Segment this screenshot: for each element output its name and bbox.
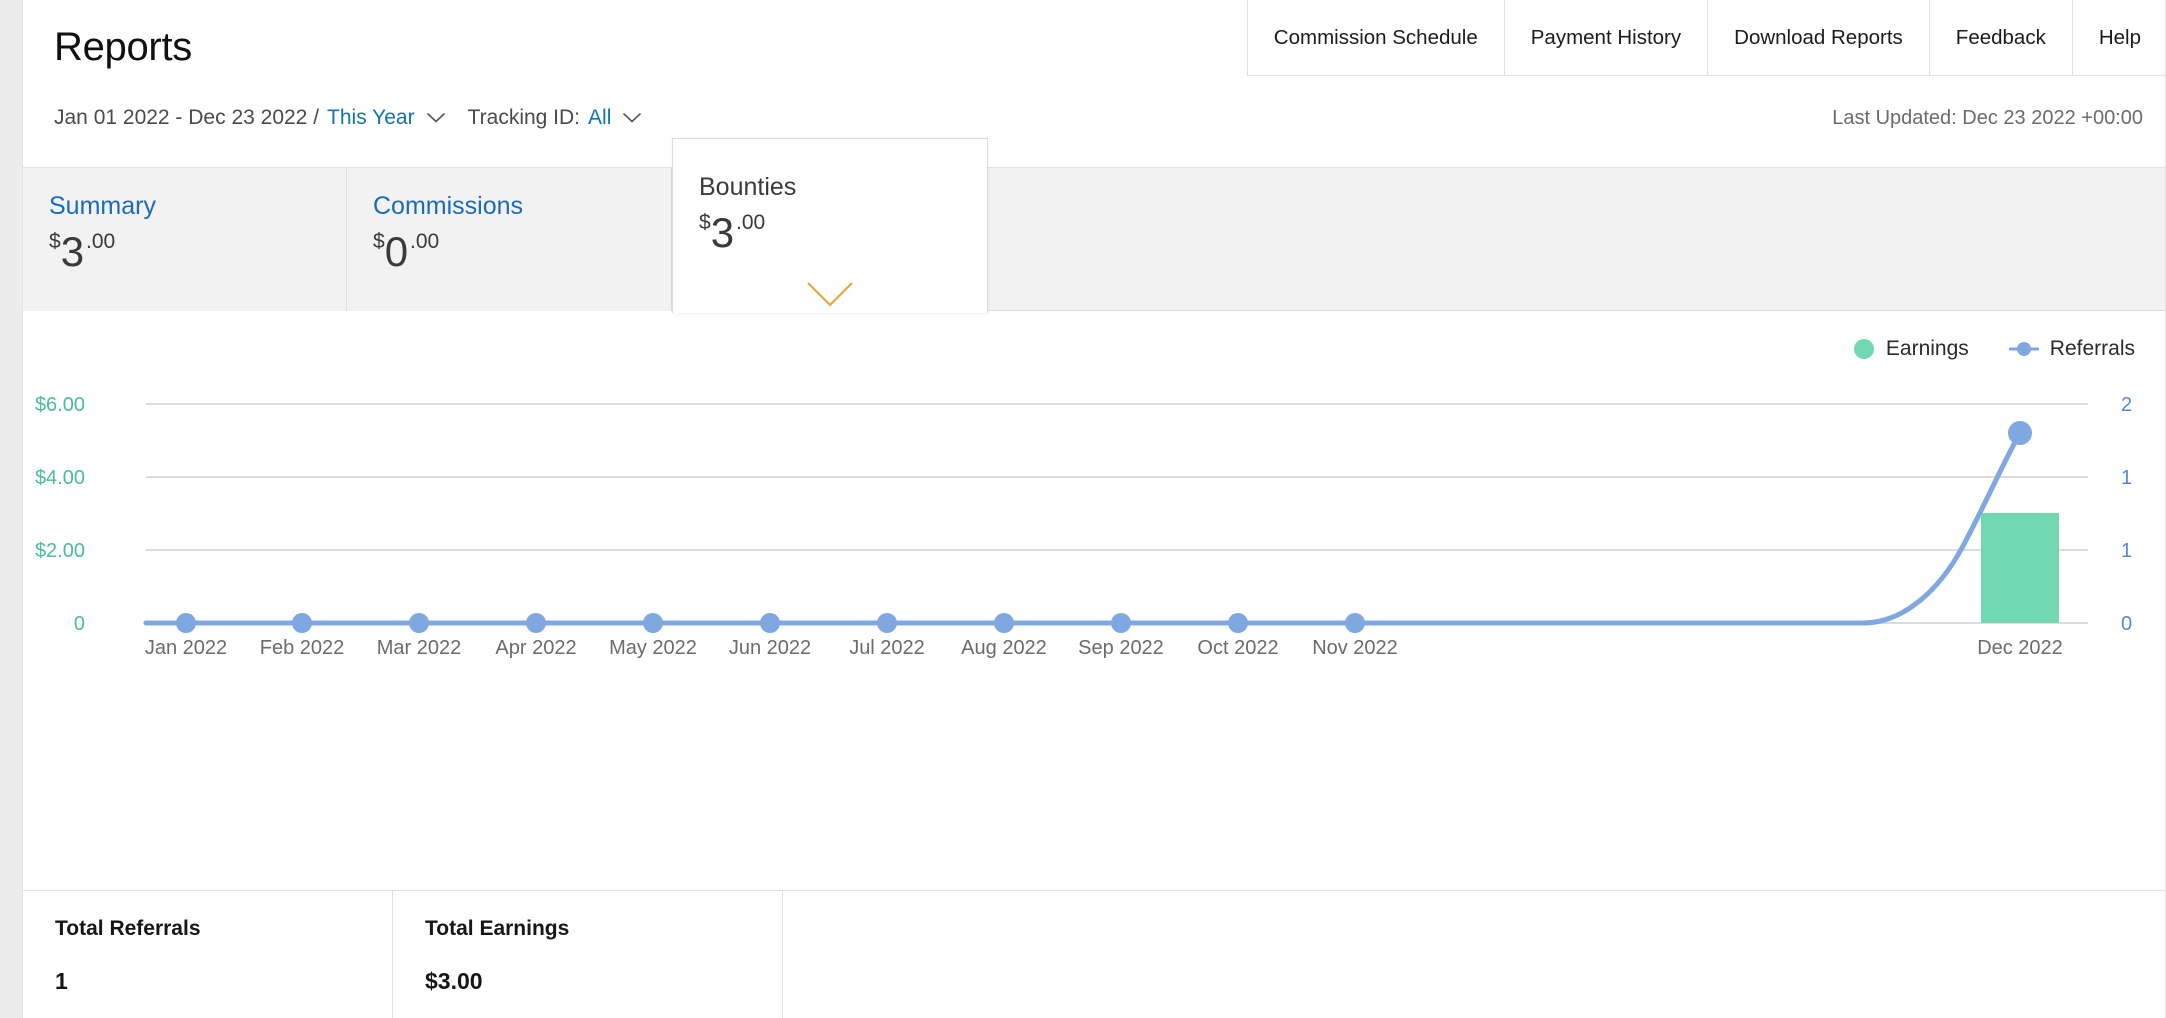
x-axis-ticks: Jan 2022 Feb 2022 Mar 2022 Apr 2022 May … [145, 637, 2063, 659]
summary-cards-strip: Summary $3.00 Commissions $0.00 Bounties… [23, 138, 2165, 313]
bar-dec-2022 [1981, 513, 2059, 623]
point-jan-2022 [176, 613, 196, 633]
amount-integer: 3 [710, 209, 735, 256]
selected-card-pointer-icon [806, 282, 854, 308]
total-referrals-label: Total Referrals [55, 917, 201, 940]
total-cell-referrals: Total Referrals 1 [23, 891, 393, 1018]
date-range-text: Jan 01 2022 - Dec 23 2022 / [54, 106, 320, 129]
earnings-bars [1981, 513, 2059, 623]
currency-symbol: $ [49, 230, 61, 253]
total-earnings-label: Total Earnings [425, 917, 570, 940]
card-amount-bounties: $3.00 [699, 212, 987, 254]
left-tick-1: $4.00 [35, 467, 85, 489]
filter-row: Jan 01 2022 - Dec 23 2022 / This Year Tr… [23, 106, 2165, 156]
point-aug-2022 [994, 613, 1014, 633]
right-tick-2: 1 [2121, 540, 2132, 562]
referrals-line [143, 421, 2032, 633]
total-cell-empty [783, 891, 2166, 1018]
card-title-bounties: Bounties [699, 173, 797, 201]
x-tick-3: Apr 2022 [495, 637, 576, 659]
filter-controls: Jan 01 2022 - Dec 23 2022 / This Year Tr… [54, 106, 664, 130]
point-oct-2022 [1228, 613, 1248, 633]
currency-symbol: $ [699, 211, 711, 234]
point-apr-2022 [526, 613, 546, 633]
chevron-down-icon[interactable] [426, 112, 446, 124]
point-jul-2022 [877, 613, 897, 633]
x-tick-1: Feb 2022 [260, 637, 345, 659]
x-tick-6: Jul 2022 [849, 637, 925, 659]
point-may-2022 [643, 613, 663, 633]
chevron-down-icon[interactable] [622, 112, 642, 124]
card-title-summary: Summary [49, 192, 156, 220]
amount-decimals: .00 [736, 211, 766, 234]
x-tick-4: May 2022 [609, 637, 697, 659]
card-tab-summary[interactable]: Summary $3.00 [23, 168, 347, 312]
last-updated-text: Last Updated: Dec 23 2022 +00:00 [1832, 107, 2143, 129]
x-tick-8: Sep 2022 [1078, 637, 1164, 659]
totals-strip: Total Referrals 1 Total Earnings $3.00 [23, 890, 2166, 1018]
right-axis-ticks: 2 1 1 0 [2121, 394, 2132, 635]
right-tick-1: 1 [2121, 467, 2132, 489]
point-feb-2022 [292, 613, 312, 633]
x-tick-11: Dec 2022 [1977, 637, 2063, 659]
nav-link-download-reports[interactable]: Download Reports [1707, 0, 1929, 75]
left-axis-ticks: $6.00 $4.00 $2.00 0 [35, 394, 85, 635]
top-nav-links: Commission Schedule Payment History Down… [1246, 0, 2165, 76]
tracking-id-label: Tracking ID: [467, 106, 581, 129]
x-tick-10: Nov 2022 [1312, 637, 1398, 659]
nav-link-payment-history[interactable]: Payment History [1503, 0, 1708, 75]
x-tick-7: Aug 2022 [961, 637, 1047, 659]
total-earnings-value: $3.00 [425, 968, 483, 994]
total-cell-earnings: Total Earnings $3.00 [393, 891, 783, 1018]
amount-integer: 3 [60, 228, 85, 275]
total-referrals-value: 1 [55, 968, 68, 994]
amount-integer: 0 [384, 228, 409, 275]
nav-link-help[interactable]: Help [2071, 0, 2165, 75]
currency-symbol: $ [373, 230, 385, 253]
period-selector[interactable]: This Year [327, 106, 415, 130]
point-sep-2022 [1111, 613, 1131, 633]
left-tick-0: $6.00 [35, 394, 85, 416]
x-tick-0: Jan 2022 [145, 637, 227, 659]
point-mar-2022 [409, 613, 429, 633]
reports-page: Reports Commission Schedule Payment Hist… [0, 0, 2166, 1018]
right-tick-3: 0 [2121, 613, 2132, 635]
chart-area: Earnings Referrals $6.00 $4.00 $2.00 0 2… [23, 311, 2165, 666]
left-tick-3: 0 [74, 613, 85, 635]
card-amount-commissions: $0.00 [373, 231, 671, 273]
chart-gridlines [146, 403, 2088, 624]
x-tick-9: Oct 2022 [1197, 637, 1278, 659]
card-title-commissions: Commissions [373, 192, 524, 220]
point-jun-2022 [760, 613, 780, 633]
card-tab-commissions[interactable]: Commissions $0.00 [347, 168, 672, 312]
amount-decimals: .00 [410, 230, 440, 253]
reports-panel: Reports Commission Schedule Payment Hist… [22, 0, 2166, 1018]
right-tick-0: 2 [2121, 394, 2132, 416]
earnings-referrals-chart: $6.00 $4.00 $2.00 0 2 1 1 0 Jan 2022 Feb… [35, 394, 2132, 659]
amount-decimals: .00 [86, 230, 116, 253]
tracking-id-selector[interactable]: All [588, 106, 611, 130]
nav-link-commission-schedule[interactable]: Commission Schedule [1246, 0, 1504, 75]
point-nov-2022 [1345, 613, 1365, 633]
x-tick-5: Jun 2022 [729, 637, 811, 659]
point-dec-2022 [2008, 421, 2032, 445]
page-title: Reports [54, 25, 192, 69]
nav-link-feedback[interactable]: Feedback [1928, 0, 2072, 75]
left-tick-2: $2.00 [35, 540, 85, 562]
card-amount-summary: $3.00 [49, 231, 346, 273]
x-tick-2: Mar 2022 [377, 637, 462, 659]
page-header: Reports Commission Schedule Payment Hist… [23, 0, 2165, 106]
